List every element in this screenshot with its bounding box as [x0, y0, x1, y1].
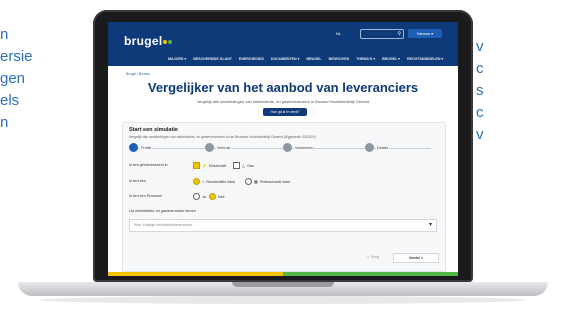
- option-professional[interactable]: ▦ Professionele klant: [245, 178, 290, 185]
- select-placeholder: Kies: Huidige elektriciteitsleverancier: [134, 223, 193, 227]
- nav-item[interactable]: BRUGEL: [306, 57, 321, 61]
- step-label: Voorkeuren: [294, 145, 315, 150]
- nav-item[interactable]: BESCHERMDE KLANT: [193, 57, 232, 61]
- option-label: Ja: [202, 194, 206, 199]
- search-input[interactable]: ⚲: [360, 29, 404, 39]
- radio[interactable]: [209, 193, 216, 200]
- step-profile[interactable]: Profiel: [129, 143, 153, 152]
- building-icon: ▦: [254, 179, 258, 184]
- checkbox[interactable]: [193, 162, 200, 169]
- right-text-line: v: [476, 38, 484, 55]
- nav-item[interactable]: MAJORS ▾: [168, 57, 186, 61]
- question-prosumer-label: Ik ben een Prosumer: [129, 194, 163, 198]
- radio[interactable]: [193, 193, 200, 200]
- site-header: brugel NL ⚲ Nieuws ▾ MAJORS ▾ BESCHERMDE…: [108, 22, 458, 66]
- laptop-shadow: [40, 296, 526, 304]
- radio[interactable]: [193, 178, 200, 185]
- brugel-logo[interactable]: brugel: [124, 34, 173, 48]
- footer-stripe: [108, 272, 458, 276]
- step-preferences[interactable]: Voorkeuren: [283, 143, 315, 152]
- stepper: Profiel Verbruik Voorkeuren Details: [129, 143, 437, 155]
- news-button[interactable]: Nieuws ▾: [408, 29, 442, 38]
- option-gas[interactable]: △ Gas: [233, 162, 254, 169]
- step-label: Profiel: [140, 145, 153, 150]
- nav-item[interactable]: THEMA'S ▾: [356, 57, 375, 61]
- right-text-line: s: [476, 82, 484, 99]
- back-button[interactable]: < Terug: [367, 255, 379, 259]
- lightning-icon: ⚡: [202, 163, 207, 168]
- logo-dot-icon: [163, 39, 168, 44]
- option-no[interactable]: Nee: [209, 193, 225, 200]
- page-title: Vergelijker van het aanbod van leveranci…: [147, 80, 419, 95]
- option-yes[interactable]: Ja: [193, 193, 206, 200]
- option-residential[interactable]: ⌂ Residentiële klant: [193, 178, 235, 185]
- current-supplier-select[interactable]: Kies: Huidige elektriciteitsleverancier …: [129, 219, 437, 232]
- question-customer-label: Ik ben een: [129, 179, 146, 183]
- search-icon[interactable]: ⚲: [397, 31, 401, 37]
- simulation-card: Start een simulatie Vergelijk alle aanbi…: [122, 122, 446, 272]
- supplier-section-label: Uw elektriciteits- en gasleverancier kie…: [129, 209, 196, 213]
- radio[interactable]: [245, 178, 252, 185]
- question-energy-label: Ik ben geïnteresseerd in: [129, 163, 168, 167]
- right-text-line: v: [476, 126, 484, 143]
- flame-icon: △: [242, 163, 246, 168]
- step-circle: [129, 143, 138, 152]
- nav-item[interactable]: RECHTSMIDDELEN ▾: [407, 57, 443, 61]
- logo-dot-icon: [168, 39, 173, 44]
- option-label: Gas: [247, 163, 254, 168]
- main-nav: MAJORS ▾ BESCHERMDE KLANT ENERGIEGIDS DO…: [168, 57, 454, 61]
- right-text-line: c: [476, 60, 484, 77]
- breadcrumb[interactable]: Brugel / Brusim: [126, 72, 150, 76]
- page-subtitle: Vergelijk alle aanbiedingen van elektric…: [196, 99, 370, 104]
- house-icon: ⌂: [202, 179, 205, 184]
- logo-text: brugel: [124, 34, 163, 48]
- step-details[interactable]: Details: [365, 143, 389, 152]
- option-label: Nee: [218, 194, 225, 199]
- step-circle: [205, 143, 214, 152]
- simulation-subtitle: Vergelijk alle aanbiedingen van elektric…: [129, 135, 316, 139]
- step-label: Verbruik: [216, 145, 232, 150]
- nav-item[interactable]: BEDRIJVEN: [329, 57, 350, 61]
- option-label: Residentiële klant: [206, 179, 235, 184]
- step-circle: [365, 143, 374, 152]
- laptop-screen: brugel NL ⚲ Nieuws ▾ MAJORS ▾ BESCHERMDE…: [108, 22, 458, 276]
- right-side-text: v c s c v: [460, 36, 566, 146]
- step-label: Details: [376, 145, 389, 150]
- step-circle: [283, 143, 292, 152]
- chevron-down-icon: ▾: [428, 222, 432, 228]
- next-button[interactable]: Verder >: [393, 253, 439, 263]
- nav-item[interactable]: ENERGIEGIDS: [239, 57, 264, 61]
- language-switch[interactable]: NL: [336, 31, 341, 36]
- how-it-works-button[interactable]: Hoe ga ik te werk?: [263, 108, 307, 116]
- option-label: Elektriciteit: [208, 163, 227, 168]
- nav-item[interactable]: BRUGEL ▾: [382, 57, 400, 61]
- option-electricity[interactable]: ⚡ Elektriciteit: [193, 162, 226, 169]
- laptop-notch: [232, 282, 334, 287]
- step-consumption[interactable]: Verbruik: [205, 143, 232, 152]
- simulation-title: Start een simulatie: [129, 127, 178, 133]
- right-text-line: c: [476, 104, 484, 121]
- nav-item[interactable]: DOCUMENTEN ▾: [271, 57, 300, 61]
- option-label: Professionele klant: [259, 179, 291, 184]
- checkbox[interactable]: [233, 162, 240, 169]
